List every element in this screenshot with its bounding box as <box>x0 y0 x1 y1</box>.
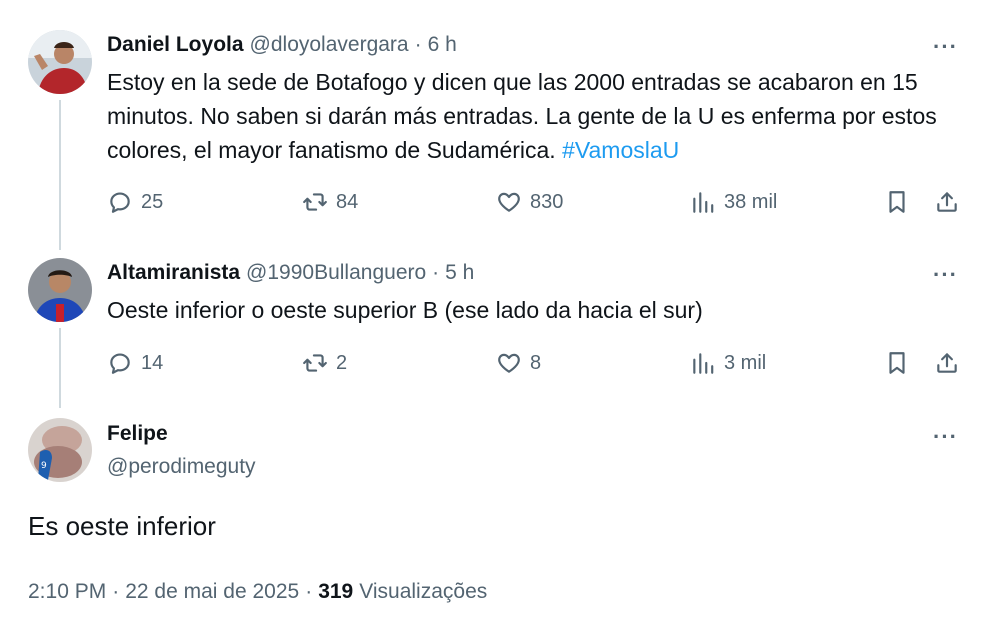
more-icon[interactable]: ··· <box>933 424 958 450</box>
svg-text:9: 9 <box>41 461 47 471</box>
views-button[interactable]: 38 mil <box>690 189 777 215</box>
reply-button[interactable]: 14 <box>107 350 163 376</box>
author-name[interactable]: Felipe <box>107 422 168 446</box>
share-button[interactable] <box>934 350 960 381</box>
like-button[interactable]: 830 <box>496 189 563 215</box>
thread-line <box>59 100 61 250</box>
retweet-count: 2 <box>336 351 348 374</box>
tweet-body: Estoy en la sede de Botafogo y dicen que… <box>107 69 937 163</box>
heart-icon <box>496 350 522 376</box>
reply-count: 14 <box>141 351 164 374</box>
tweet-header: Altamiranista @1990Bullanguero · 5 h <box>107 261 474 285</box>
avatar-altamiranista[interactable] <box>28 258 92 322</box>
reply-icon <box>107 350 133 376</box>
retweet-button[interactable]: 84 <box>302 189 358 215</box>
share-button[interactable] <box>934 189 960 220</box>
views-label: Visualizações <box>359 580 488 603</box>
tweet-date[interactable]: 22 de mai de 2025 <box>125 580 299 604</box>
bookmark-button[interactable] <box>884 189 910 220</box>
reply-icon <box>107 189 133 215</box>
heart-icon <box>496 189 522 215</box>
bookmark-icon <box>884 350 910 376</box>
retweet-icon <box>302 189 328 215</box>
separator: · <box>305 580 313 603</box>
avatar-felipe[interactable]: 9 <box>28 418 92 482</box>
separator: · <box>414 33 422 56</box>
tweet-time[interactable]: 2:10 PM <box>28 580 106 604</box>
bookmark-icon <box>884 189 910 215</box>
share-icon <box>934 350 960 376</box>
views-chart-icon <box>690 189 716 215</box>
share-icon <box>934 189 960 215</box>
tweet-header: Daniel Loyola @dloyolavergara · 6 h <box>107 33 457 57</box>
like-button[interactable]: 8 <box>496 350 541 376</box>
author-handle[interactable]: @1990Bullanguero <box>246 261 426 285</box>
views-button[interactable]: 3 mil <box>690 350 766 376</box>
tweet-body: Oeste inferior o oeste superior B (ese l… <box>107 297 703 323</box>
tweet-meta: 2:10 PM · 22 de mai de 2025 · 319 Visual… <box>28 580 487 604</box>
author-name[interactable]: Altamiranista <box>107 261 240 285</box>
like-count: 8 <box>530 351 542 374</box>
reply-count: 25 <box>141 190 164 213</box>
author-handle[interactable]: @dloyolavergara <box>250 33 409 57</box>
reply-button[interactable]: 25 <box>107 189 163 215</box>
tweet-time[interactable]: 5 h <box>445 261 474 285</box>
tweet-time[interactable]: 6 h <box>428 33 457 57</box>
views-count: 319 <box>318 580 354 603</box>
separator: · <box>432 261 440 284</box>
avatar-daniel[interactable] <box>28 30 92 94</box>
retweet-button[interactable]: 2 <box>302 350 347 376</box>
views-count: 38 mil <box>724 190 778 213</box>
retweet-count: 84 <box>336 190 359 213</box>
author-handle[interactable]: @perodimeguty <box>107 455 256 479</box>
tweet-text: Oeste inferior o oeste superior B (ese l… <box>107 293 967 327</box>
views-count: 3 mil <box>724 351 767 374</box>
bookmark-button[interactable] <box>884 350 910 381</box>
retweet-icon <box>302 350 328 376</box>
main-tweet-text: Es oeste inferior <box>28 511 216 541</box>
author-name[interactable]: Daniel Loyola <box>107 33 244 57</box>
views-chart-icon <box>690 350 716 376</box>
tweet-text: Estoy en la sede de Botafogo y dicen que… <box>107 65 967 167</box>
hashtag-link[interactable]: #VamoslaU <box>562 137 679 163</box>
separator: · <box>112 580 120 603</box>
like-count: 830 <box>530 190 564 213</box>
more-icon[interactable]: ··· <box>933 34 958 60</box>
more-icon[interactable]: ··· <box>933 262 958 288</box>
thread-line <box>59 328 61 408</box>
